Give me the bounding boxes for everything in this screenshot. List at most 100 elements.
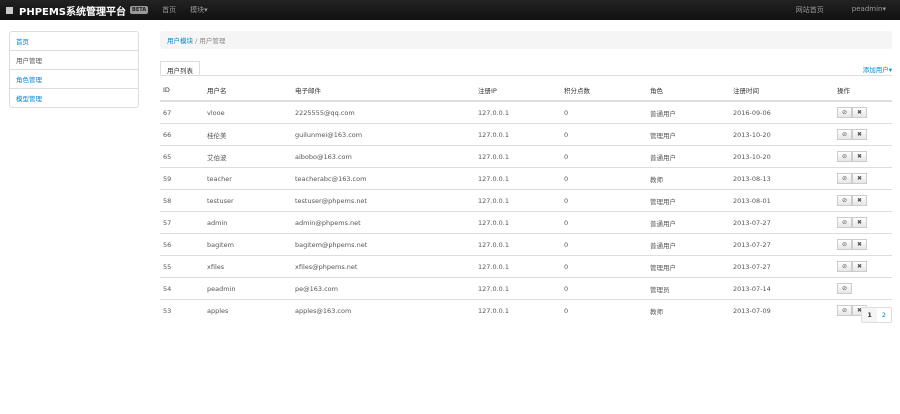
table-cell: 2013-07-27 — [730, 255, 834, 278]
breadcrumb-current: 用户管理 — [199, 37, 226, 45]
table-cell: 2225555@qq.com — [292, 100, 475, 124]
table-cell: 0 — [561, 189, 647, 212]
column-header: 用户名 — [204, 80, 292, 102]
table-cell: 管理用户 — [647, 123, 730, 146]
site-home-link[interactable]: 网站首页 — [796, 5, 824, 15]
table-cell: bagitem — [204, 233, 292, 256]
add-user-dropdown[interactable]: 添加用户▾ — [863, 61, 892, 75]
table-cell: bagitem@phpems.net — [292, 233, 475, 256]
column-header: 角色 — [647, 80, 730, 102]
table-cell: 59 — [160, 167, 204, 190]
table-cell: apples — [204, 299, 292, 321]
table-cell: 127.0.0.1 — [475, 233, 561, 256]
table-cell: pe@163.com — [292, 277, 475, 300]
edit-icon[interactable]: ⊘ — [837, 261, 852, 272]
table-cell: 管理用户 — [647, 189, 730, 212]
edit-icon[interactable]: ⊘ — [837, 305, 852, 316]
actions-cell: ⊘ ✖ — [834, 233, 892, 256]
delete-icon[interactable]: ✖ — [852, 173, 867, 184]
brand-title: PHPEMS系统管理平台 — [19, 6, 127, 18]
table-cell: 127.0.0.1 — [475, 255, 561, 278]
table-cell: aibobo@163.com — [292, 145, 475, 168]
user-table: ID 用户名 电子邮件 注册IP 积分点数 角色 注册时间 操作 67 vlooe 2225555… — [160, 80, 892, 321]
table-cell: xfiles — [204, 255, 292, 278]
sidebar-item-home[interactable]: 首页 — [10, 32, 138, 50]
delete-icon[interactable]: ✖ — [852, 129, 867, 140]
actions-cell: ⊘ ✖ — [834, 189, 892, 212]
table-cell: 127.0.0.1 — [475, 100, 561, 124]
edit-icon[interactable]: ⊘ — [837, 217, 852, 228]
table-cell: 127.0.0.1 — [475, 211, 561, 234]
sidebar-item-roles[interactable]: 角色管理 — [10, 69, 138, 88]
table-cell: 0 — [561, 145, 647, 168]
actions-cell: ⊘ ✖ — [834, 255, 892, 278]
table-row: 59 teacher teacherabc@163.com 127.0.0.1 0 教师 2… — [160, 167, 892, 190]
edit-icon[interactable]: ⊘ — [837, 151, 852, 162]
table-row: 54 peadmin pe@163.com 127.0.0.1 0 管理员 2013-07-… — [160, 277, 892, 300]
table-cell: 0 — [561, 167, 647, 190]
table-cell: 0 — [561, 211, 647, 234]
column-header: 注册IP — [475, 80, 561, 102]
table-cell: 53 — [160, 299, 204, 321]
table-row: 58 testuser testuser@phpems.net 127.0.0.1 0 管… — [160, 189, 892, 212]
table-cell: 管理用户 — [647, 255, 730, 278]
table-cell: 2013-08-01 — [730, 189, 834, 212]
edit-icon[interactable]: ⊘ — [837, 283, 852, 294]
delete-icon[interactable]: ✖ — [852, 107, 867, 118]
sidebar-item-users[interactable]: 用户管理 — [10, 50, 138, 69]
table-cell: 桂伦美 — [204, 123, 292, 146]
breadcrumb-parent[interactable]: 用户模块 — [167, 37, 193, 45]
delete-icon[interactable]: ✖ — [852, 195, 867, 206]
table-cell: 2013-07-27 — [730, 233, 834, 256]
table-cell: vlooe — [204, 100, 292, 124]
table-cell: 0 — [561, 123, 647, 146]
edit-icon[interactable]: ⊘ — [837, 195, 852, 206]
tab-user-list[interactable]: 用户列表 — [160, 61, 200, 75]
actions-cell: ⊘ ✖ — [834, 145, 892, 168]
nav-modules[interactable]: 模块▾ — [190, 5, 208, 15]
brand[interactable]: PHPEMS系统管理平台 BETA — [6, 3, 149, 18]
table-cell: admin@phpems.net — [292, 211, 475, 234]
edit-icon[interactable]: ⊘ — [837, 239, 852, 250]
table-cell: 0 — [561, 255, 647, 278]
table-cell: xfiles@phpems.net — [292, 255, 475, 278]
beta-badge: BETA — [130, 6, 149, 14]
top-navbar: PHPEMS系统管理平台 BETA 首页 模块▾ 网站首页 peadmin▾ — [0, 0, 900, 20]
table-row: 53 apples apples@163.com 127.0.0.1 0 教师 2013-0… — [160, 299, 892, 321]
table-cell: 艾伯波 — [204, 145, 292, 168]
delete-icon[interactable]: ✖ — [852, 261, 867, 272]
delete-icon[interactable]: ✖ — [852, 239, 867, 250]
table-cell: peadmin — [204, 277, 292, 300]
table-cell: 普通用户 — [647, 233, 730, 256]
user-menu[interactable]: peadmin▾ — [852, 5, 886, 15]
table-cell: teacherabc@163.com — [292, 167, 475, 190]
delete-icon[interactable]: ✖ — [852, 217, 867, 228]
table-cell: 127.0.0.1 — [475, 167, 561, 190]
table-cell: 教师 — [647, 167, 730, 190]
nav-home[interactable]: 首页 — [162, 5, 176, 15]
table-cell: 0 — [561, 100, 647, 124]
table-cell: testuser@phpems.net — [292, 189, 475, 212]
column-header: 注册时间 — [730, 80, 834, 102]
actions-cell: ⊘ ✖ — [834, 167, 892, 190]
table-row: 66 桂伦美 guilunmei@163.com 127.0.0.1 0 管理用户 2013… — [160, 123, 892, 146]
table-cell: 管理员 — [647, 277, 730, 300]
table-cell: 65 — [160, 145, 204, 168]
table-cell: 0 — [561, 299, 647, 321]
sidebar-item-models[interactable]: 模型管理 — [10, 88, 138, 107]
table-cell: guilunmei@163.com — [292, 123, 475, 146]
table-cell: 127.0.0.1 — [475, 299, 561, 321]
table-cell: 2013-07-14 — [730, 277, 834, 300]
table-cell: 58 — [160, 189, 204, 212]
table-cell: 普通用户 — [647, 100, 730, 124]
page-1[interactable]: 1 — [862, 308, 877, 322]
edit-icon[interactable]: ⊘ — [837, 107, 852, 118]
page-2[interactable]: 2 — [877, 308, 891, 322]
edit-icon[interactable]: ⊘ — [837, 173, 852, 184]
column-header: 操作 — [834, 80, 892, 102]
delete-icon[interactable]: ✖ — [852, 151, 867, 162]
table-cell: testuser — [204, 189, 292, 212]
edit-icon[interactable]: ⊘ — [837, 129, 852, 140]
table-cell: admin — [204, 211, 292, 234]
actions-cell: ⊘ ✖ — [834, 100, 892, 124]
